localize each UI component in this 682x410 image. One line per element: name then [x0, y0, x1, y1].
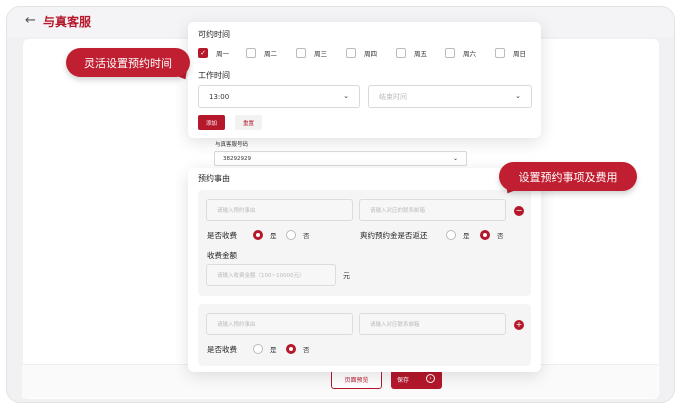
day-label: 周三: [314, 50, 327, 58]
day-label: 周二: [264, 50, 277, 58]
day-label: 周四: [364, 50, 377, 58]
checkbox-checked-icon: ✓: [198, 48, 208, 58]
radio-selected-icon: [480, 230, 490, 240]
no-label: 否: [497, 232, 504, 240]
checkbox-icon: [246, 48, 256, 58]
reason-placeholder: 请输入预约事由: [217, 208, 256, 214]
amount-input[interactable]: 请输入收费金额（100~10000元）: [206, 264, 336, 286]
yes-label: 是: [270, 232, 277, 240]
email-input-2[interactable]: 请输入对应联系邮箱: [359, 313, 506, 335]
reset-label: 重置: [242, 120, 254, 127]
checkbox-icon: [495, 48, 505, 58]
add-circle-icon[interactable]: +: [514, 320, 524, 330]
reasons-panel: 预约事由 请输入预约事由 请输入对应的联系邮箱 − 是否收费 是 否 爽约预约金…: [188, 168, 541, 372]
callout-flexible-time: 灵活设置预约时间: [66, 48, 190, 77]
charge-label-2: 是否收费: [207, 345, 237, 354]
reason-placeholder-2: 请输入预约事由: [217, 322, 256, 328]
email-input[interactable]: 请输入对应的联系邮箱: [359, 199, 506, 221]
page-preview-label: 页面预览: [344, 377, 369, 384]
end-time-select[interactable]: 结束时间 ⌄: [368, 85, 532, 108]
day-checkbox-sat[interactable]: 周六: [445, 47, 476, 59]
chevron-down-icon: ⌄: [515, 92, 521, 100]
day-checkbox-sun[interactable]: 周日: [495, 47, 526, 59]
work-time-title: 工作时间: [198, 71, 230, 80]
add-label: 添加: [205, 120, 217, 127]
day-label: 周六: [463, 50, 476, 58]
checkbox-icon: [396, 48, 406, 58]
reason-input-2[interactable]: 请输入预约事由: [206, 313, 353, 335]
phone-label: 与真客服号码: [215, 142, 249, 148]
availability-card: 可约时间 ✓ 周一 周二 周三 周四 周五 周六 周日 工作时间 13:00 ⌄ 结…: [188, 22, 541, 138]
page-title: 与真客服: [43, 15, 92, 29]
email-placeholder-2: 请输入对应联系邮箱: [370, 322, 420, 328]
day-checkbox-mon[interactable]: ✓ 周一: [198, 47, 229, 59]
reason-block-1: 请输入预约事由 请输入对应的联系邮箱 − 是否收费 是 否 爽约预约金是否返还 …: [198, 190, 531, 296]
radio-selected-icon: [286, 344, 296, 354]
charge-label: 是否收费: [207, 231, 237, 240]
phone-select[interactable]: 38292929 ⌄: [214, 151, 467, 166]
email-placeholder: 请输入对应的联系邮箱: [370, 208, 426, 214]
phone-value: 38292929: [223, 155, 251, 162]
day-label: 周日: [513, 50, 526, 58]
chevron-down-icon: ⌄: [452, 155, 458, 162]
checkbox-icon: [445, 48, 455, 58]
arrow-left-icon[interactable]: ←: [25, 13, 36, 28]
reason-block-2: 请输入预约事由 请输入对应联系邮箱 + 是否收费 是 否: [198, 304, 531, 366]
day-checkbox-tue[interactable]: 周二: [246, 47, 277, 59]
callout-set-items: 设置预约事项及费用: [499, 162, 637, 191]
charge-yes-radio[interactable]: 是: [253, 230, 277, 240]
radio-icon: [253, 344, 263, 354]
charge-no-radio-2[interactable]: 否: [286, 344, 310, 354]
remove-circle-icon[interactable]: −: [514, 206, 524, 216]
amount-placeholder: 请输入收费金额（100~10000元）: [217, 273, 305, 279]
checkbox-icon: [296, 48, 306, 58]
start-time-select[interactable]: 13:00 ⌄: [198, 85, 360, 108]
start-time-value: 13:00: [209, 92, 230, 101]
radio-icon: [286, 230, 296, 240]
no-label: 否: [303, 232, 310, 240]
yes-label: 是: [463, 232, 470, 240]
yes-label: 是: [270, 346, 277, 354]
refund-label: 爽约预约金是否返还: [360, 231, 428, 240]
refund-yes-radio[interactable]: 是: [446, 230, 470, 240]
add-button[interactable]: 添加: [198, 115, 225, 130]
arrow-right-circle-icon: ›: [426, 374, 435, 383]
refund-no-radio[interactable]: 否: [480, 230, 504, 240]
no-label: 否: [303, 346, 310, 354]
day-checkbox-thu[interactable]: 周四: [346, 47, 377, 59]
reasons-title: 预约事由: [198, 174, 230, 183]
chevron-down-icon: ⌄: [343, 92, 349, 100]
radio-selected-icon: [253, 230, 263, 240]
charge-yes-radio-2[interactable]: 是: [253, 344, 277, 354]
day-checkbox-wed[interactable]: 周三: [296, 47, 327, 59]
day-checkbox-fri[interactable]: 周五: [396, 47, 427, 59]
day-label: 周一: [216, 50, 229, 58]
amount-unit: 元: [343, 272, 350, 280]
reason-input[interactable]: 请输入预约事由: [206, 199, 353, 221]
availability-title: 可约时间: [198, 30, 230, 39]
day-label: 周五: [414, 50, 427, 58]
amount-label: 收费金额: [207, 251, 237, 260]
page-preview-button[interactable]: 页面预览: [331, 370, 382, 389]
radio-icon: [446, 230, 456, 240]
checkbox-icon: [346, 48, 356, 58]
charge-no-radio[interactable]: 否: [286, 230, 310, 240]
end-time-placeholder: 结束时间: [379, 92, 407, 101]
save-label: 保存: [397, 377, 410, 384]
reset-button[interactable]: 重置: [235, 115, 262, 130]
save-button[interactable]: 保存 ›: [391, 370, 442, 389]
